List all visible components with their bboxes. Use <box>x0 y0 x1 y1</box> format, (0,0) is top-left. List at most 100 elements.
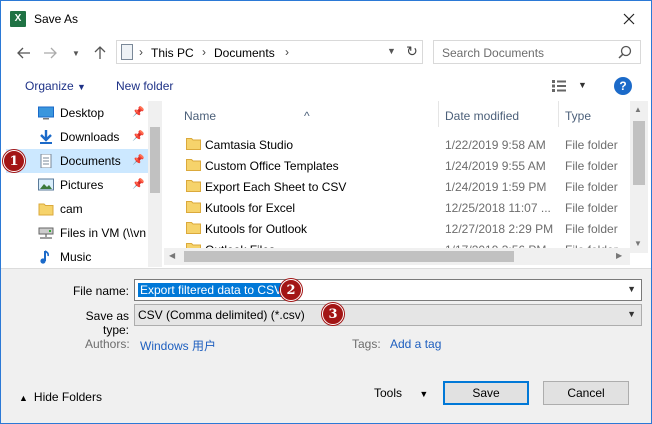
search-box[interactable]: Search Documents <box>433 40 641 64</box>
nav-label: cam <box>60 202 83 216</box>
file-list-vertical-scrollbar[interactable]: ▲ ▼ <box>630 101 648 253</box>
hide-folders-button[interactable]: ▲ Hide Folders <box>19 390 102 404</box>
column-type-label: Type <box>565 109 592 123</box>
authors-value[interactable]: Windows 用户 <box>140 337 216 354</box>
horizontal-scroll-thumb[interactable] <box>184 251 514 262</box>
up-button[interactable] <box>91 43 109 63</box>
tags-value[interactable]: Add a tag <box>390 337 441 351</box>
save-as-type-label: Save as type: <box>85 309 129 337</box>
nav-item-desktop[interactable]: Desktop 📌 <box>6 101 148 125</box>
tools-menu[interactable]: Tools ▼ <box>374 386 428 400</box>
pin-icon: 📌 <box>132 179 145 190</box>
file-date: 12/25/2018 11:07 ... <box>445 201 551 215</box>
step-badge-2: 2 <box>280 279 302 301</box>
address-row: ▼ › This PC › Documents › ▼ ↻ Search Doc… <box>1 39 651 67</box>
nav-label: Documents <box>60 154 121 168</box>
nav-item-pictures[interactable]: Pictures 📌 <box>6 173 148 197</box>
scroll-down-icon[interactable]: ▼ <box>634 239 642 248</box>
nav-label: Pictures <box>60 178 104 192</box>
file-name: Kutools for Outlook <box>205 222 308 236</box>
folder-icon <box>186 159 201 171</box>
file-type: File folder <box>565 138 618 152</box>
file-list-horizontal-scrollbar[interactable]: ◀ ▶ <box>164 248 630 265</box>
up-arrow-icon <box>94 46 106 59</box>
close-button[interactable] <box>615 7 643 31</box>
close-icon <box>623 13 635 25</box>
breadcrumb-separator-icon: › <box>202 45 206 59</box>
file-row[interactable]: Kutools for Excel 12/25/2018 11:07 ... F… <box>164 197 634 218</box>
download-icon <box>40 130 52 144</box>
nav-item-documents[interactable]: Documents 📌 <box>6 149 148 173</box>
folder-icon <box>38 203 54 216</box>
file-name: Kutools for Excel <box>205 201 296 215</box>
address-bar[interactable]: › This PC › Documents › ▼ ↻ <box>116 40 423 64</box>
forward-button[interactable] <box>41 43 59 63</box>
breadcrumb-documents[interactable]: Documents <box>214 46 275 60</box>
chevron-down-icon[interactable]: ▼ <box>627 309 636 319</box>
search-placeholder[interactable]: Search Documents <box>442 46 544 60</box>
refresh-icon[interactable]: ↻ <box>403 43 421 61</box>
tools-label: Tools <box>374 386 403 400</box>
file-row[interactable]: Custom Office Templates 1/24/2019 9:55 A… <box>164 155 634 176</box>
column-name-label: Name <box>184 109 217 123</box>
network-drive-icon <box>38 227 54 239</box>
file-type: File folder <box>565 180 618 194</box>
scroll-left-icon[interactable]: ◀ <box>169 251 175 260</box>
column-date-label: Date modified <box>445 109 520 123</box>
command-bar: Organize ▼ New folder ▼ ? <box>1 71 651 101</box>
new-folder-button[interactable]: New folder <box>116 79 173 93</box>
nav-label: Downloads <box>60 130 120 144</box>
chevron-down-icon[interactable]: ▼ <box>627 284 636 294</box>
scroll-right-icon[interactable]: ▶ <box>616 251 622 260</box>
sort-ascending-icon: ^ <box>304 109 310 123</box>
excel-app-icon: X <box>10 11 26 27</box>
window-title: Save As <box>34 12 79 26</box>
hide-folders-label: Hide Folders <box>33 390 102 404</box>
file-row[interactable]: Camtasia Studio 1/22/2019 9:58 AM File f… <box>164 134 634 155</box>
file-row[interactable]: Kutools for Outlook 12/27/2018 2:29 PM F… <box>164 218 634 239</box>
nav-item-music[interactable]: Music <box>6 245 148 267</box>
help-icon[interactable]: ? <box>614 77 632 95</box>
desktop-icon <box>38 106 54 120</box>
organize-label: Organize <box>25 79 74 93</box>
nav-scroll-thumb[interactable] <box>150 127 160 193</box>
file-name: Export Each Sheet to CSV <box>205 180 347 194</box>
save-button[interactable]: Save <box>443 381 529 405</box>
folder-icon <box>186 201 201 213</box>
nav-item-files-in-vm[interactable]: Files in VM (\\vn <box>6 221 148 245</box>
title-bar: X Save As <box>1 1 651 37</box>
scroll-up-icon[interactable]: ▲ <box>634 105 642 114</box>
recent-locations-button[interactable]: ▼ <box>67 43 85 63</box>
file-date: 12/27/2018 2:29 PM <box>445 222 554 236</box>
nav-item-cam[interactable]: cam <box>6 197 148 221</box>
file-name-label: File name: <box>72 284 129 298</box>
nav-item-downloads[interactable]: Downloads 📌 <box>6 125 148 149</box>
file-list: ^ Name Date modified Type Camtasia Studi… <box>164 101 648 267</box>
pin-icon: 📌 <box>132 107 145 118</box>
view-options-icon[interactable] <box>552 80 566 92</box>
nav-label: Files in VM (\\vn <box>60 226 147 240</box>
breadcrumb-separator-icon[interactable]: › <box>285 45 289 59</box>
organize-menu[interactable]: Organize ▼ <box>25 79 86 93</box>
authors-label: Authors: <box>85 337 130 351</box>
vertical-scroll-thumb[interactable] <box>633 121 645 185</box>
back-arrow-icon <box>17 47 30 59</box>
breadcrumb-this-pc[interactable]: This PC <box>151 46 194 60</box>
pin-icon: 📌 <box>132 131 145 142</box>
file-name-value[interactable]: Export filtered data to CSV <box>138 283 285 297</box>
chevron-up-icon: ▲ <box>19 393 28 403</box>
column-header-date[interactable]: Date modified <box>439 101 559 127</box>
address-dropdown-icon[interactable]: ▼ <box>387 46 396 56</box>
file-row[interactable]: Export Each Sheet to CSV 1/24/2019 1:59 … <box>164 176 634 197</box>
back-button[interactable] <box>15 43 33 63</box>
view-dropdown-icon[interactable]: ▼ <box>578 80 587 90</box>
nav-scrollbar[interactable] <box>148 101 162 267</box>
nav-label: Desktop <box>60 106 105 120</box>
cancel-button[interactable]: Cancel <box>543 381 629 405</box>
save-as-type-select[interactable]: CSV (Comma delimited) (*.csv) ▼ <box>134 304 642 326</box>
file-name-input[interactable]: Export filtered data to CSV ▼ <box>134 279 642 301</box>
file-date: 1/24/2019 1:59 PM <box>445 180 547 194</box>
column-header-name[interactable]: ^ Name <box>164 101 444 127</box>
folder-icon <box>186 180 201 192</box>
column-header-type[interactable]: Type <box>559 101 629 127</box>
